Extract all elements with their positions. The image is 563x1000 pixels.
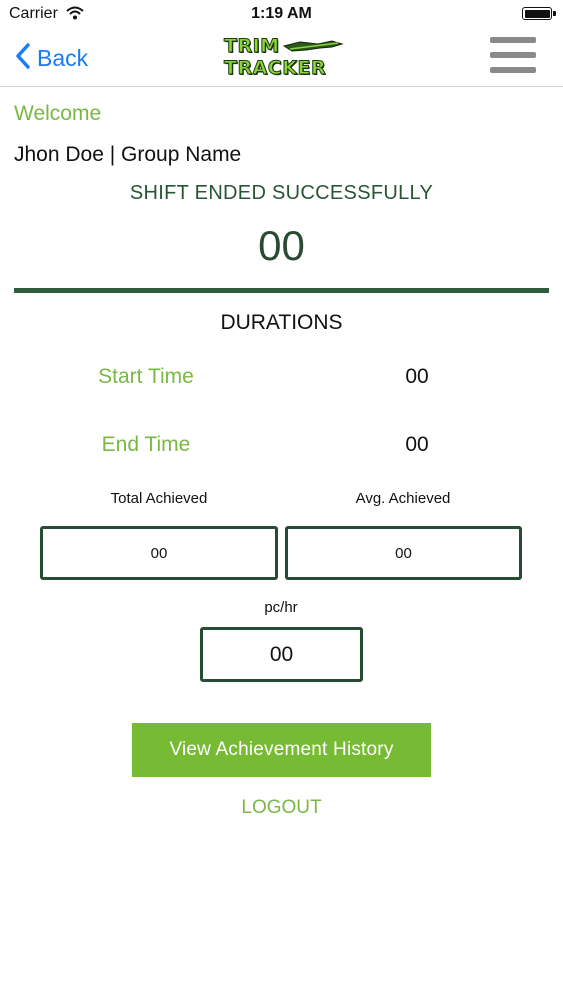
avg-achieved-value: 00 xyxy=(395,544,412,562)
battery-tip xyxy=(553,11,556,16)
logo-text-trim: TRIM xyxy=(224,35,280,57)
status-time: 1:19 AM xyxy=(251,5,312,22)
total-achieved-field: 00 xyxy=(40,526,278,580)
history-button-label: View Achievement History xyxy=(169,739,394,760)
total-achieved-value: 00 xyxy=(150,544,168,562)
logout-link[interactable]: LOGOUT xyxy=(0,797,563,819)
total-achieved-label: Total Achieved xyxy=(110,490,208,507)
back-chevron-icon xyxy=(16,42,30,74)
rate-label: pc/hr xyxy=(264,599,298,616)
avg-achieved-label: Avg. Achieved xyxy=(355,490,451,507)
end-time-value: 00 xyxy=(405,433,429,456)
logo-text-tracker: TRACKER xyxy=(223,57,327,79)
start-time-value: 00 xyxy=(405,365,429,388)
end-time-label: End Time xyxy=(101,433,191,456)
user-group-label: Jhon Doe | Group Name xyxy=(14,143,242,166)
back-label: Back xyxy=(37,44,89,71)
battery-icon xyxy=(522,7,552,20)
trim-tracker-logo: TRIM TRACKER xyxy=(220,32,344,84)
section-divider xyxy=(14,288,549,293)
rate-value: 00 xyxy=(269,642,294,666)
durations-heading: DURATIONS xyxy=(220,311,343,334)
back-button[interactable]: Back xyxy=(16,40,88,76)
rate-field: 00 xyxy=(200,627,363,682)
shift-status-message: SHIFT ENDED SUCCESSFULLY xyxy=(129,182,434,204)
avg-achieved-field: 00 xyxy=(285,526,522,580)
hamburger-menu-icon[interactable] xyxy=(490,37,536,75)
welcome-label: Welcome xyxy=(14,102,102,125)
view-achievement-history-button[interactable]: View Achievement History xyxy=(132,723,431,777)
shift-count-value: 00 xyxy=(258,222,305,269)
start-time-label: Start Time xyxy=(98,365,194,388)
